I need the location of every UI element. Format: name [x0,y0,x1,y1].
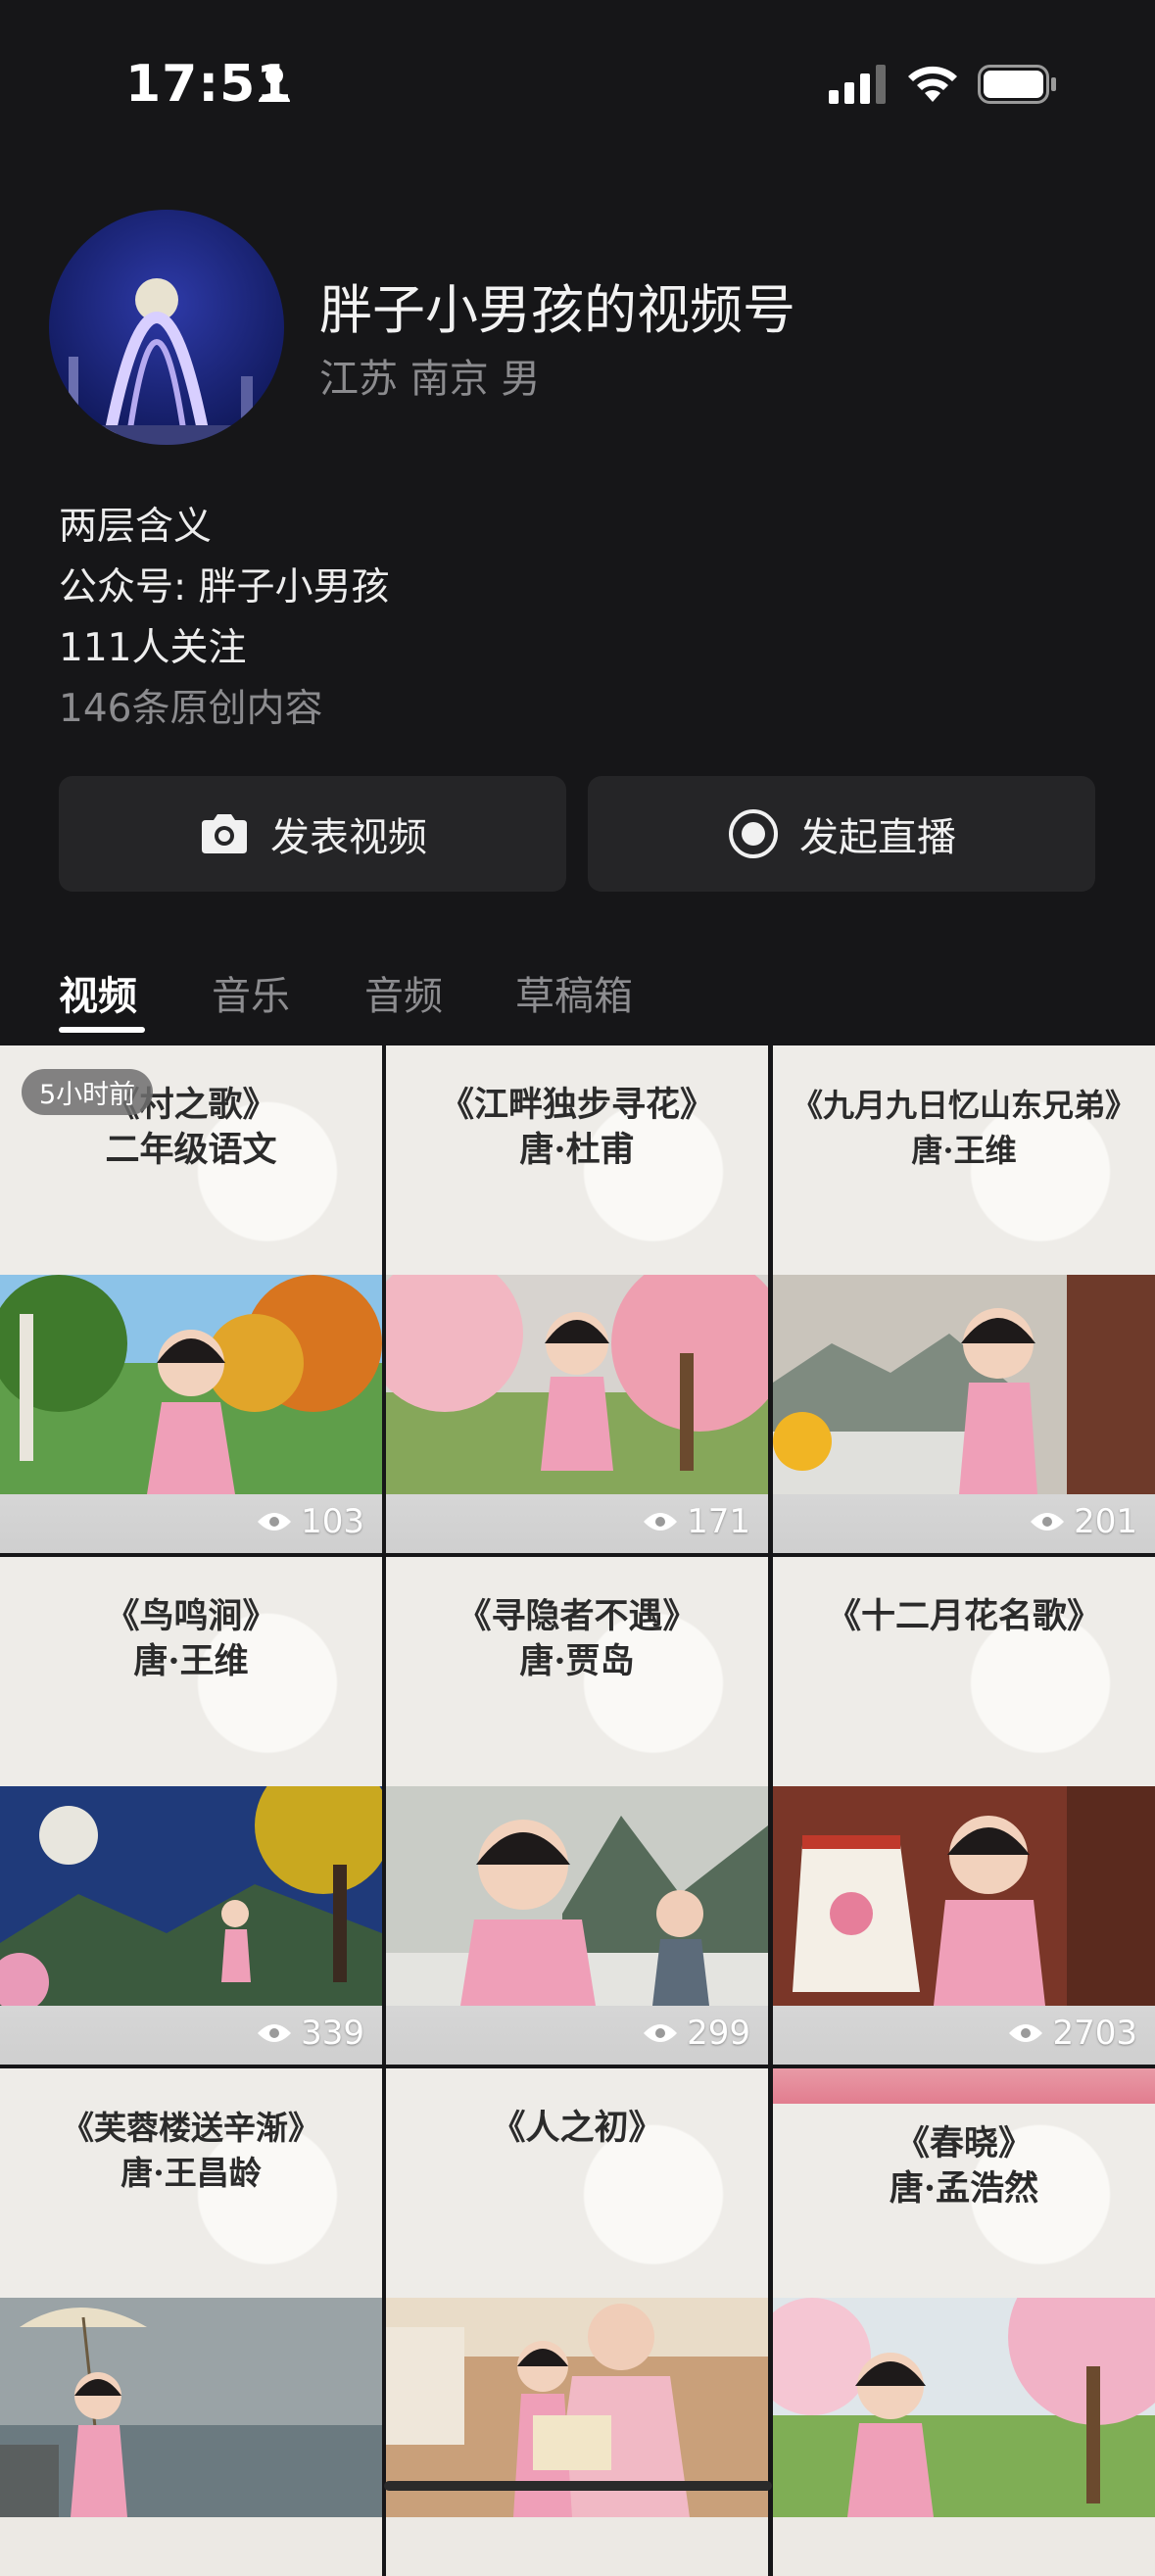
video-subtitle: 唐·杜甫 [519,1130,635,1170]
video-thumbnail [0,1786,382,2006]
post-video-button[interactable]: 发表视频 [59,776,566,892]
eye-icon [644,1513,678,1531]
eye-icon [644,2024,678,2042]
video-thumbnail [386,1786,768,2006]
video-title: 《人之初》 [491,2108,663,2148]
video-title: 《寻隐者不遇》 [457,1596,698,1636]
view-count: 2703 [1007,2014,1137,2053]
avatar-image [49,210,284,445]
wifi-icon [908,66,957,102]
video-thumbnail [773,1275,1155,1494]
video-card[interactable]: 《九月九日忆山东兄弟》 唐·王维 201 [773,1045,1155,1553]
active-tab-indicator [59,1027,145,1033]
start-live-button[interactable]: 发起直播 [588,776,1095,892]
video-subtitle: 二年级语文 [105,1130,277,1170]
post-video-label: 发表视频 [270,815,427,860]
camera-icon [202,814,247,853]
view-count: 339 [256,2014,364,2053]
video-subtitle: 唐·王维 [911,1132,1017,1169]
eye-icon [1031,1513,1065,1531]
tab-audio[interactable]: 音频 [364,964,443,1021]
video-title: 《九月九日忆山东兄弟》 [791,1087,1136,1124]
video-thumbnail [0,1275,382,1494]
tab-video[interactable]: 视频 [59,964,137,1021]
time-badge: 5小时前 [22,1069,154,1115]
original-content-count: 146条原创内容 [59,687,323,731]
video-subtitle: 唐·贾岛 [519,1641,635,1681]
live-record-icon [729,809,778,858]
bio-public-account: 公众号: 胖子小男孩 [59,565,390,609]
eye-icon [258,1513,292,1531]
video-thumbnail [386,1275,768,1494]
bio-line: 两层含义 [59,505,213,549]
eye-icon [258,2024,292,2042]
video-title: 《芙蓉楼送辛渐》 [62,2109,320,2147]
video-subtitle: 唐·王维 [133,1641,249,1681]
video-title: 《十二月花名歌》 [826,1596,1101,1636]
tab-music[interactable]: 音乐 [212,964,290,1021]
view-count: 299 [642,2014,750,2053]
video-subtitle: 唐·孟浩然 [889,2168,1039,2209]
video-title: 《鸟鸣涧》 [105,1596,277,1636]
video-thumbnail [773,1786,1155,2006]
video-title: 《春晓》 [894,2123,1033,2163]
battery-icon [978,65,1056,104]
tab-drafts[interactable]: 草稿箱 [515,964,633,1021]
video-thumbnail [773,2298,1155,2517]
video-card[interactable]: 《鸟鸣涧》唐·王维 339 [0,1557,382,2065]
video-card[interactable]: 《人之初》 [386,2068,768,2576]
eye-icon [1009,2024,1043,2042]
profile-name: 胖子小男孩的视频号 [319,279,795,341]
cellular-signal-icon [829,65,886,104]
red-banner [773,2068,1155,2104]
home-indicator [384,2481,772,2491]
view-count: 201 [1029,1502,1137,1541]
profile-location: 江苏 南京 男 [319,357,541,402]
view-count: 171 [642,1502,750,1541]
video-card[interactable]: 《村之歌》 二年级语文 103 5小时前 [0,1045,382,1553]
avatar[interactable] [49,210,284,445]
status-bar: 17:51 [0,0,1155,167]
video-card[interactable]: 《十二月花名歌》 2703 [773,1557,1155,2065]
video-card[interactable]: 《寻隐者不遇》 唐·贾岛 299 [386,1557,768,2065]
video-title: 《江畔独步寻花》 [439,1085,714,1125]
video-card[interactable]: 《江畔独步寻花》 唐·杜甫 171 [386,1045,768,1553]
start-live-label: 发起直播 [799,815,956,860]
video-card[interactable]: 《芙蓉楼送辛渐》 唐·王昌龄 [0,2068,382,2576]
person-icon [259,67,290,102]
video-card[interactable]: 《春晓》唐·孟浩然 [773,2068,1155,2576]
view-count: 103 [256,1502,364,1541]
video-thumbnail [0,2298,382,2517]
follower-count[interactable]: 111人关注 [59,617,246,672]
video-subtitle: 唐·王昌龄 [120,2154,262,2192]
